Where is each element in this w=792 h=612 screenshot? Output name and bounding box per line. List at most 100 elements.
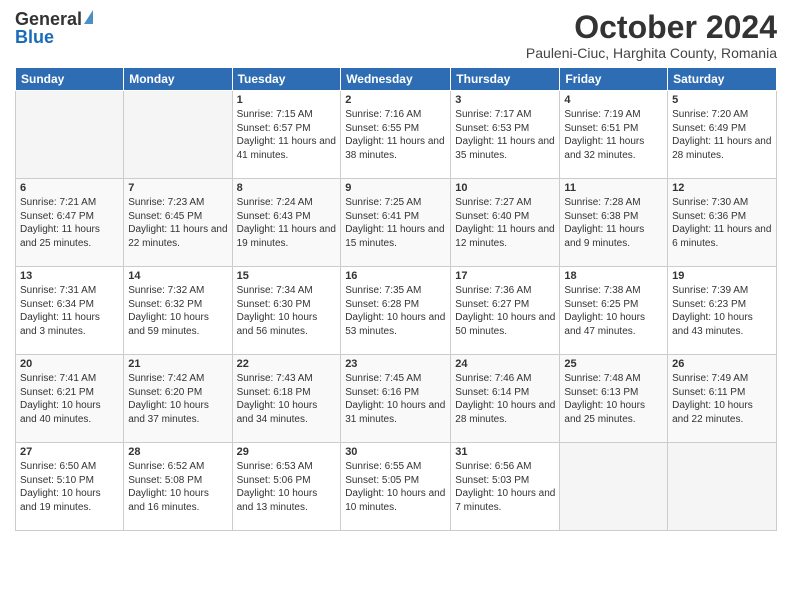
day-number: 24: [455, 358, 555, 370]
day-cell: 6 Sunrise: 7:21 AM Sunset: 6:47 PM Daylig…: [16, 179, 124, 267]
day-number: 26: [672, 358, 772, 370]
day-info: Sunrise: 7:32 AM Sunset: 6:32 PM Dayligh…: [128, 284, 227, 338]
day-info: Sunrise: 7:16 AM Sunset: 6:55 PM Dayligh…: [345, 108, 446, 162]
day-number: 3: [455, 94, 555, 106]
day-cell: 12 Sunrise: 7:30 AM Sunset: 6:36 PM Dayli…: [668, 179, 777, 267]
day-cell: 27 Sunrise: 6:50 AM Sunset: 5:10 PM Dayli…: [16, 443, 124, 531]
day-info: Sunrise: 7:41 AM Sunset: 6:21 PM Dayligh…: [20, 372, 119, 426]
day-number: 11: [564, 182, 663, 194]
day-cell: [560, 443, 668, 531]
day-cell: 11Sunrise: 7:28 AM Sunset: 6:38 PM Dayli…: [560, 179, 668, 267]
day-info: Sunrise: 6:53 AM Sunset: 5:06 PM Dayligh…: [237, 460, 337, 514]
day-number: 14: [128, 270, 227, 282]
day-cell: 25 Sunrise: 7:48 AM Sunset: 6:13 PM Dayli…: [560, 355, 668, 443]
week-row-4: 20 Sunrise: 7:41 AM Sunset: 6:21 PM Dayli…: [16, 355, 777, 443]
day-info: Sunrise: 7:27 AM Sunset: 6:40 PM Dayligh…: [455, 196, 555, 250]
day-info: Sunrise: 7:36 AM Sunset: 6:27 PM Dayligh…: [455, 284, 555, 338]
day-info: Sunrise: 7:25 AM Sunset: 6:41 PM Dayligh…: [345, 196, 446, 250]
day-cell: 4Sunrise: 7:19 AM Sunset: 6:51 PM Daylig…: [560, 91, 668, 179]
day-number: 1: [237, 94, 337, 106]
day-cell: 29Sunrise: 6:53 AM Sunset: 5:06 PM Dayli…: [232, 443, 341, 531]
day-cell: 20 Sunrise: 7:41 AM Sunset: 6:21 PM Dayli…: [16, 355, 124, 443]
logo: General Blue: [15, 10, 93, 48]
day-info: Sunrise: 7:46 AM Sunset: 6:14 PM Dayligh…: [455, 372, 555, 426]
calendar: SundayMondayTuesdayWednesdayThursdayFrid…: [15, 67, 777, 531]
day-cell: 9Sunrise: 7:25 AM Sunset: 6:41 PM Daylig…: [341, 179, 451, 267]
day-info: Sunrise: 7:48 AM Sunset: 6:13 PM Dayligh…: [564, 372, 663, 426]
day-info: Sunrise: 7:21 AM Sunset: 6:47 PM Dayligh…: [20, 196, 119, 250]
day-info: Sunrise: 6:52 AM Sunset: 5:08 PM Dayligh…: [128, 460, 227, 514]
day-info: Sunrise: 7:20 AM Sunset: 6:49 PM Dayligh…: [672, 108, 772, 162]
title-block: October 2024 Pauleni-Ciuc, Harghita Coun…: [526, 10, 777, 61]
day-info: Sunrise: 7:45 AM Sunset: 6:16 PM Dayligh…: [345, 372, 446, 426]
day-info: Sunrise: 7:15 AM Sunset: 6:57 PM Dayligh…: [237, 108, 337, 162]
day-cell: [16, 91, 124, 179]
day-number: 2: [345, 94, 446, 106]
day-cell: 7 Sunrise: 7:23 AM Sunset: 6:45 PM Daylig…: [124, 179, 232, 267]
week-row-3: 13Sunrise: 7:31 AM Sunset: 6:34 PM Dayli…: [16, 267, 777, 355]
day-number: 17: [455, 270, 555, 282]
day-number: 31: [455, 446, 555, 458]
day-number: 13: [20, 270, 119, 282]
col-header-tuesday: Tuesday: [232, 68, 341, 91]
day-cell: 30 Sunrise: 6:55 AM Sunset: 5:05 PM Dayli…: [341, 443, 451, 531]
day-number: 7: [128, 182, 227, 194]
day-cell: 17 Sunrise: 7:36 AM Sunset: 6:27 PM Dayli…: [451, 267, 560, 355]
day-number: 5: [672, 94, 772, 106]
day-cell: [668, 443, 777, 531]
day-info: Sunrise: 7:24 AM Sunset: 6:43 PM Dayligh…: [237, 196, 337, 250]
day-cell: 31 Sunrise: 6:56 AM Sunset: 5:03 PM Dayli…: [451, 443, 560, 531]
day-cell: 21Sunrise: 7:42 AM Sunset: 6:20 PM Dayli…: [124, 355, 232, 443]
day-cell: 26Sunrise: 7:49 AM Sunset: 6:11 PM Dayli…: [668, 355, 777, 443]
day-cell: 23Sunrise: 7:45 AM Sunset: 6:16 PM Dayli…: [341, 355, 451, 443]
col-header-monday: Monday: [124, 68, 232, 91]
day-cell: 22Sunrise: 7:43 AM Sunset: 6:18 PM Dayli…: [232, 355, 341, 443]
day-number: 30: [345, 446, 446, 458]
day-number: 6: [20, 182, 119, 194]
col-header-saturday: Saturday: [668, 68, 777, 91]
day-cell: 16Sunrise: 7:35 AM Sunset: 6:28 PM Dayli…: [341, 267, 451, 355]
day-info: Sunrise: 7:34 AM Sunset: 6:30 PM Dayligh…: [237, 284, 337, 338]
day-cell: 5 Sunrise: 7:20 AM Sunset: 6:49 PM Daylig…: [668, 91, 777, 179]
header-row: SundayMondayTuesdayWednesdayThursdayFrid…: [16, 68, 777, 91]
day-cell: 8 Sunrise: 7:24 AM Sunset: 6:43 PM Daylig…: [232, 179, 341, 267]
day-cell: 3Sunrise: 7:17 AM Sunset: 6:53 PM Daylig…: [451, 91, 560, 179]
day-info: Sunrise: 6:56 AM Sunset: 5:03 PM Dayligh…: [455, 460, 555, 514]
day-number: 28: [128, 446, 227, 458]
day-cell: 2 Sunrise: 7:16 AM Sunset: 6:55 PM Daylig…: [341, 91, 451, 179]
day-number: 19: [672, 270, 772, 282]
subtitle: Pauleni-Ciuc, Harghita County, Romania: [526, 45, 777, 61]
day-number: 21: [128, 358, 227, 370]
week-row-5: 27 Sunrise: 6:50 AM Sunset: 5:10 PM Dayli…: [16, 443, 777, 531]
day-info: Sunrise: 7:23 AM Sunset: 6:45 PM Dayligh…: [128, 196, 227, 250]
day-info: Sunrise: 7:39 AM Sunset: 6:23 PM Dayligh…: [672, 284, 772, 338]
col-header-friday: Friday: [560, 68, 668, 91]
day-number: 10: [455, 182, 555, 194]
day-info: Sunrise: 7:43 AM Sunset: 6:18 PM Dayligh…: [237, 372, 337, 426]
logo-blue: Blue: [15, 28, 54, 48]
day-info: Sunrise: 7:30 AM Sunset: 6:36 PM Dayligh…: [672, 196, 772, 250]
day-cell: 28 Sunrise: 6:52 AM Sunset: 5:08 PM Dayli…: [124, 443, 232, 531]
day-number: 20: [20, 358, 119, 370]
day-info: Sunrise: 7:38 AM Sunset: 6:25 PM Dayligh…: [564, 284, 663, 338]
col-header-thursday: Thursday: [451, 68, 560, 91]
day-info: Sunrise: 6:55 AM Sunset: 5:05 PM Dayligh…: [345, 460, 446, 514]
day-number: 15: [237, 270, 337, 282]
day-cell: 10 Sunrise: 7:27 AM Sunset: 6:40 PM Dayli…: [451, 179, 560, 267]
day-info: Sunrise: 6:50 AM Sunset: 5:10 PM Dayligh…: [20, 460, 119, 514]
day-cell: 15 Sunrise: 7:34 AM Sunset: 6:30 PM Dayli…: [232, 267, 341, 355]
day-cell: 24 Sunrise: 7:46 AM Sunset: 6:14 PM Dayli…: [451, 355, 560, 443]
day-cell: 18Sunrise: 7:38 AM Sunset: 6:25 PM Dayli…: [560, 267, 668, 355]
day-number: 25: [564, 358, 663, 370]
day-number: 16: [345, 270, 446, 282]
day-number: 12: [672, 182, 772, 194]
day-cell: [124, 91, 232, 179]
col-header-wednesday: Wednesday: [341, 68, 451, 91]
day-number: 4: [564, 94, 663, 106]
day-cell: 1 Sunrise: 7:15 AM Sunset: 6:57 PM Daylig…: [232, 91, 341, 179]
day-cell: 19 Sunrise: 7:39 AM Sunset: 6:23 PM Dayli…: [668, 267, 777, 355]
day-number: 27: [20, 446, 119, 458]
day-number: 8: [237, 182, 337, 194]
header: General Blue October 2024 Pauleni-Ciuc, …: [15, 10, 777, 61]
day-cell: 14 Sunrise: 7:32 AM Sunset: 6:32 PM Dayli…: [124, 267, 232, 355]
